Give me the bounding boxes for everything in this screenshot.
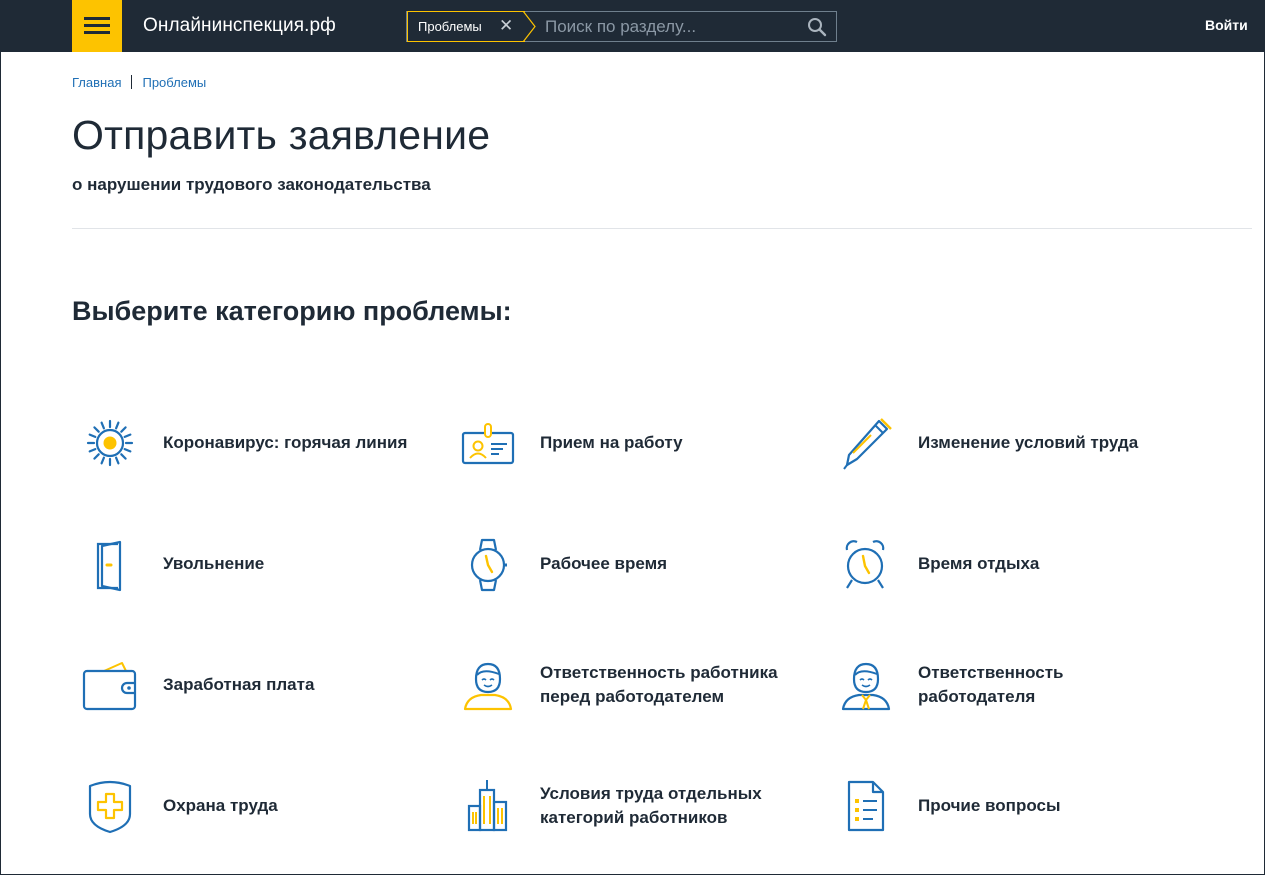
- virus-icon: [86, 419, 134, 467]
- site-logo[interactable]: Онлайнинспекция.рф: [143, 15, 336, 37]
- category-working-time[interactable]: Рабочее время: [449, 534, 809, 614]
- category-label: Время отдыха: [918, 554, 1040, 573]
- login-link[interactable]: Войти: [1205, 17, 1248, 33]
- pen-icon: [843, 418, 892, 470]
- breadcrumb-separator: [131, 75, 133, 89]
- close-icon[interactable]: ✕: [499, 16, 513, 36]
- search-chip-label: Проблемы: [418, 19, 482, 34]
- category-label: Коронавирус: горячая линия: [163, 433, 408, 452]
- category-label: Ответственность работника перед работода…: [540, 663, 778, 706]
- hamburger-line-icon: [84, 17, 110, 20]
- document-list-icon: [847, 780, 885, 832]
- alarm-clock-icon: [845, 540, 885, 589]
- category-labor-protection[interactable]: Охрана труда: [72, 776, 432, 856]
- category-label: Ответственность работодателя: [918, 663, 1064, 706]
- menu-button[interactable]: [72, 0, 122, 52]
- breadcrumb-home-link[interactable]: Главная: [72, 75, 121, 90]
- id-badge-icon: [461, 423, 515, 465]
- category-rest-time[interactable]: Время отдыха: [827, 534, 1187, 614]
- search-section-chip: Проблемы ✕: [407, 11, 525, 42]
- category-employee-liability[interactable]: Ответственность работника перед работода…: [449, 655, 809, 735]
- door-icon: [96, 540, 122, 592]
- category-label: Условия труда отдельных категорий работн…: [540, 784, 762, 827]
- category-label: Прочие вопросы: [918, 796, 1061, 815]
- search-icon[interactable]: [807, 17, 827, 37]
- search-input[interactable]: [545, 16, 795, 38]
- category-salary[interactable]: Заработная плата: [72, 655, 432, 735]
- hamburger-line-icon: [84, 24, 110, 27]
- breadcrumb: Главная Проблемы: [72, 75, 206, 90]
- section-title: Выберите категорию проблемы:: [72, 296, 512, 326]
- top-navigation-bar: Онлайнинспекция.рф Проблемы ✕ Войти: [0, 0, 1265, 52]
- category-label: Увольнение: [163, 554, 265, 573]
- category-label: Рабочее время: [540, 554, 668, 573]
- category-hiring[interactable]: Прием на работу: [449, 413, 809, 493]
- category-label: Изменение условий труда: [918, 433, 1139, 452]
- category-label: Заработная плата: [163, 675, 315, 694]
- hamburger-line-icon: [84, 31, 110, 34]
- search-bar: Проблемы ✕: [406, 11, 837, 42]
- divider: [72, 228, 1252, 229]
- category-change-conditions[interactable]: Изменение условий труда: [827, 413, 1187, 493]
- category-employer-liability[interactable]: Ответственность работодателя: [827, 655, 1187, 735]
- employer-icon: [841, 662, 891, 711]
- category-special-categories[interactable]: Условия труда отдельных категорий работн…: [449, 776, 809, 856]
- page-title: Отправить заявление: [72, 112, 491, 158]
- wallet-icon: [82, 662, 137, 711]
- chip-arrow-icon: [523, 11, 536, 42]
- wristwatch-icon: [470, 538, 507, 592]
- employee-icon: [463, 662, 513, 711]
- shield-cross-icon: [88, 780, 132, 834]
- breadcrumb-problems-link[interactable]: Проблемы: [142, 75, 206, 90]
- category-dismissal[interactable]: Увольнение: [72, 534, 432, 614]
- category-label: Охрана труда: [163, 796, 278, 815]
- category-other-questions[interactable]: Прочие вопросы: [827, 776, 1187, 856]
- buildings-icon: [467, 780, 508, 832]
- category-coronavirus[interactable]: Коронавирус: горячая линия: [72, 413, 432, 493]
- page-subtitle: о нарушении трудового законодательства: [72, 175, 431, 194]
- category-label: Прием на работу: [540, 433, 683, 452]
